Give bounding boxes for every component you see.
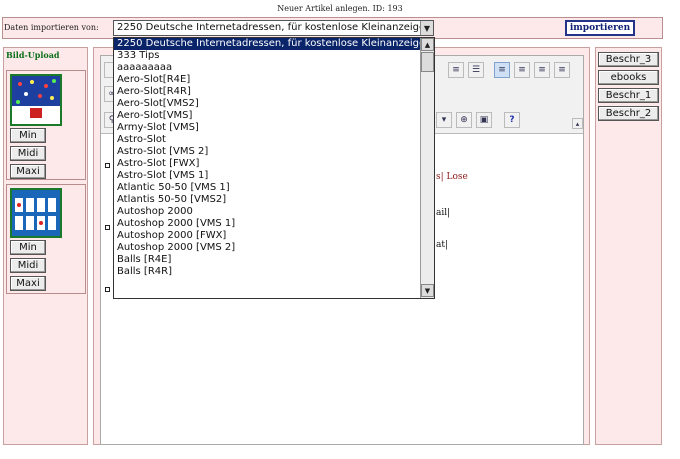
unordered-list-icon[interactable]: ☰ [468, 62, 484, 78]
page-title: Neuer Artikel anlegen. ID: 193 [277, 4, 403, 13]
dropdown-option[interactable]: Astro-Slot [VMS 2] [114, 146, 420, 158]
dropdown-option[interactable]: Autoshop 2000 [FWX] [114, 230, 420, 242]
min-button[interactable]: Min [10, 128, 46, 143]
import-source-select[interactable]: 2250 Deutsche Internetadressen, für kost… [113, 20, 434, 36]
dropdown-options: 2250 Deutsche Internetadressen, für kost… [114, 38, 420, 298]
dropdown-option[interactable]: Astro-Slot [FWX] [114, 158, 420, 170]
scrollbar-thumb[interactable] [421, 52, 434, 72]
image-icon[interactable]: ▣ [476, 112, 492, 128]
editor-text-fragment: at| [436, 240, 449, 250]
dropdown-option[interactable]: aaaaaaaaa [114, 62, 420, 74]
dropdown-option[interactable]: Atlantic 50-50 [VMS 1] [114, 182, 420, 194]
cards-image-icon[interactable] [10, 188, 62, 238]
dropdown-option[interactable]: Balls [R4R] [114, 266, 420, 278]
dropdown-scrollbar[interactable]: ▲ ▼ [420, 38, 434, 298]
beschr-1-button[interactable]: Beschr_1 [598, 88, 659, 103]
bullet-icon [105, 287, 110, 292]
dropdown-option[interactable]: Aero-Slot[VMS] [114, 110, 420, 122]
collapse-toolbar-icon[interactable]: ▴ [572, 118, 583, 129]
beschr-3-button[interactable]: Beschr_3 [598, 52, 659, 67]
dropdown-option[interactable]: Atlantis 50-50 [VMS2] [114, 194, 420, 206]
maxi-button[interactable]: Maxi [10, 164, 46, 179]
align-justify-icon[interactable]: ≡ [554, 62, 570, 78]
dropdown-option[interactable]: Autoshop 2000 [VMS 2] [114, 242, 420, 254]
maxi-button[interactable]: Maxi [10, 276, 46, 291]
dropdown-option[interactable]: Astro-Slot [VMS 1] [114, 170, 420, 182]
editor-text-fragment: s| Lose [436, 172, 468, 182]
import-select-value: 2250 Deutsche Internetadressen, für kost… [117, 22, 432, 33]
import-dropdown-list[interactable]: 2250 Deutsche Internetadressen, für kost… [113, 37, 435, 299]
dropdown-option[interactable]: Astro-Slot [114, 134, 420, 146]
dropdown-option[interactable]: Aero-Slot[VMS2] [114, 98, 420, 110]
dropdown-option[interactable]: Army-Slot [VMS] [114, 122, 420, 134]
dropdown-option[interactable]: Autoshop 2000 [VMS 1] [114, 218, 420, 230]
dropdown-option[interactable]: Aero-Slot[R4R] [114, 86, 420, 98]
editor-text-fragment: ail| [436, 208, 451, 218]
image-upload-label: Bild-Upload [6, 50, 60, 60]
dropdown-option[interactable]: 333 Tips [114, 50, 420, 62]
beschr-2-button[interactable]: Beschr_2 [598, 106, 659, 121]
dropdown-option[interactable]: Autoshop 2000 [114, 206, 420, 218]
scroll-up-icon[interactable]: ▲ [421, 38, 434, 51]
bullet-icon [105, 225, 110, 230]
web-icon[interactable]: ⊕ [456, 112, 472, 128]
dropdown-option[interactable]: 2250 Deutsche Internetadressen, für kost… [114, 38, 420, 50]
midi-button[interactable]: Midi [10, 258, 46, 273]
import-label: Daten importieren von: [4, 23, 99, 32]
align-center-icon[interactable]: ≡ [514, 62, 530, 78]
bullet-icon [105, 163, 110, 168]
scroll-down-icon[interactable]: ▼ [421, 284, 434, 297]
chevron-down-icon[interactable]: ▼ [420, 21, 433, 35]
christmas-image-icon[interactable] [10, 74, 62, 126]
align-right-icon[interactable]: ≡ [534, 62, 550, 78]
ordered-list-icon[interactable]: ≡ [448, 62, 464, 78]
midi-button[interactable]: Midi [10, 146, 46, 161]
align-left-icon[interactable]: ≡ [494, 62, 510, 78]
dropdown-option[interactable]: Aero-Slot[R4E] [114, 74, 420, 86]
min-button[interactable]: Min [10, 240, 46, 255]
chevron-down-icon[interactable]: ▾ [436, 112, 452, 128]
help-icon[interactable]: ? [504, 112, 520, 128]
ebooks-button[interactable]: ebooks [598, 70, 659, 85]
import-button[interactable]: importieren [565, 20, 635, 36]
dropdown-option[interactable]: Balls [R4E] [114, 254, 420, 266]
